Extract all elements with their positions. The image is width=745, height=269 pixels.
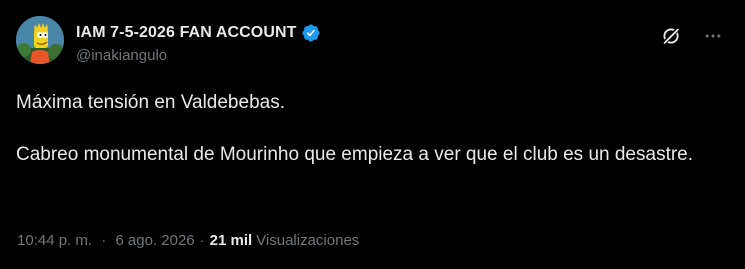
tweet-line-1: Máxima tensión en Valdebebas. <box>16 92 285 113</box>
tweet-meta: 10:44 p. m. · 6 ago. 2026 · 21 mil Visua… <box>17 232 359 249</box>
tweet-line-2: Cabreo monumental de Mourinho que empiez… <box>16 144 694 165</box>
tweet-card: IAM 7-5-2026 FAN ACCOUNT @inakiangulo Má… <box>0 0 745 269</box>
tweet-date: 6 ago. 2026 <box>115 232 195 249</box>
tweet-time: 10:44 p. m. <box>17 232 93 249</box>
views-label: Visualizaciones <box>256 232 360 249</box>
cartoon-character-avatar-icon <box>16 16 64 64</box>
author-handle[interactable]: @inakiangulo <box>76 47 321 64</box>
separator: · <box>199 232 205 249</box>
author-names: IAM 7-5-2026 FAN ACCOUNT @inakiangulo <box>76 22 321 64</box>
avatar[interactable] <box>16 16 64 64</box>
verified-badge-icon <box>301 23 321 43</box>
more-options-icon[interactable] <box>701 24 725 48</box>
tweet-header: IAM 7-5-2026 FAN ACCOUNT @inakiangulo <box>16 16 729 76</box>
separator: · <box>101 232 107 249</box>
views-count[interactable]: 21 mil <box>210 232 253 249</box>
tweet-text: Máxima tensión en Valdebebas. Cabreo mon… <box>16 90 706 168</box>
display-name[interactable]: IAM 7-5-2026 FAN ACCOUNT <box>76 24 297 42</box>
tweet-actions <box>659 24 729 48</box>
grok-icon[interactable] <box>659 24 683 48</box>
tweet-time-link[interactable]: 10:44 p. m. · 6 ago. 2026 <box>17 232 195 249</box>
display-name-row[interactable]: IAM 7-5-2026 FAN ACCOUNT <box>76 22 321 44</box>
